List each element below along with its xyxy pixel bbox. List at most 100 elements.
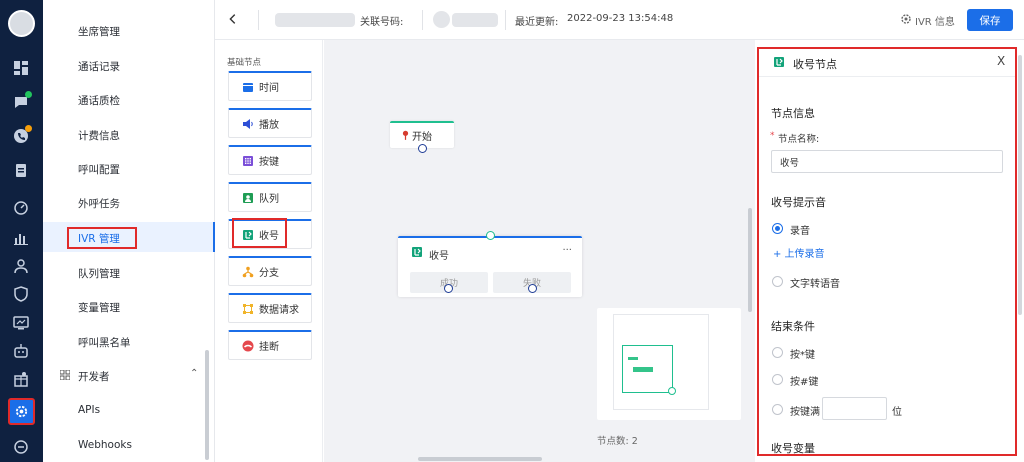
required-mark: * xyxy=(770,131,775,141)
chevron-up-icon[interactable]: ⌃ xyxy=(190,368,198,379)
icon-rail xyxy=(0,0,43,462)
redacted-avatar xyxy=(433,11,450,28)
analytics-icon[interactable] xyxy=(11,198,31,218)
help-chat-icon[interactable] xyxy=(11,437,31,457)
radio-tts-label: 文字转语音 xyxy=(790,279,840,290)
radio-key-count[interactable] xyxy=(772,404,783,415)
minimap[interactable] xyxy=(597,308,741,420)
palette-node-label: 数据请求 xyxy=(259,305,299,316)
menu-item-queue-management[interactable]: 队列管理 xyxy=(78,266,120,281)
last-update-label: 最近更新: xyxy=(515,17,559,28)
save-button[interactable]: 保存 xyxy=(967,9,1013,31)
side-menu: 坐席管理 通话记录 通话质检 计费信息 呼叫配置 外呼任务 IVR 管理 队列管… xyxy=(43,0,215,462)
grid-icon xyxy=(59,369,71,381)
menu-item-call-config[interactable]: 呼叫配置 xyxy=(78,162,120,177)
panel-header: 收号节点 X xyxy=(759,49,1015,77)
node-count: 节点数: 2 xyxy=(597,436,638,447)
ivr-highlight-box xyxy=(67,227,137,249)
palette-node-time[interactable]: 时间 xyxy=(228,71,312,101)
user-icon[interactable] xyxy=(11,256,31,276)
radio-hash-key[interactable] xyxy=(772,374,783,385)
radio-recording[interactable] xyxy=(772,223,783,234)
clipboard-icon[interactable] xyxy=(11,160,31,180)
shield-icon[interactable] xyxy=(11,284,31,304)
chat-icon[interactable] xyxy=(11,91,32,112)
data-request-icon xyxy=(241,302,254,315)
robot-icon[interactable] xyxy=(11,341,31,361)
minimap-resize-handle[interactable] xyxy=(668,387,676,395)
collect-digits-icon xyxy=(411,246,423,258)
menu-item-call-quality[interactable]: 通话质检 xyxy=(78,93,120,108)
phone-icon[interactable] xyxy=(11,125,32,146)
keypad-icon xyxy=(241,154,254,167)
node-palette: 基础节点 xyxy=(217,40,323,462)
menu-scrollbar[interactable] xyxy=(205,350,209,460)
menu-item-variable-management[interactable]: 变量管理 xyxy=(78,300,120,315)
palette-node-play[interactable]: 播放 xyxy=(228,108,312,138)
digits-unit: 位 xyxy=(892,407,902,418)
palette-node-hangup[interactable]: 挂断 xyxy=(228,330,312,360)
radio-key-count-label: 按键满 xyxy=(790,407,820,418)
node-name-input[interactable] xyxy=(771,150,1003,173)
collect-highlight-box xyxy=(232,218,287,248)
last-update-value: 2022-09-23 13:54:48 xyxy=(567,13,674,24)
queue-icon xyxy=(241,191,254,204)
palette-node-label: 挂断 xyxy=(259,342,279,353)
menu-item-apis[interactable]: APIs xyxy=(78,404,100,416)
back-icon[interactable] xyxy=(226,12,242,28)
page-vertical-scrollbar[interactable] xyxy=(1018,55,1022,315)
palette-node-branch[interactable]: 分支 xyxy=(228,256,312,286)
panel-title: 收号节点 xyxy=(793,58,837,71)
radio-recording-label: 录音 xyxy=(790,226,810,237)
menu-item-webhooks[interactable]: Webhooks xyxy=(78,439,132,451)
hangup-icon xyxy=(241,339,254,352)
start-node-output-port[interactable] xyxy=(418,144,427,153)
header-divider xyxy=(258,10,259,30)
palette-node-queue[interactable]: 队列 xyxy=(228,182,312,212)
radio-star-key[interactable] xyxy=(772,347,783,358)
menu-item-outbound-tasks[interactable]: 外呼任务 xyxy=(78,196,120,211)
node-properties-panel: 收号节点 X 节点信息 * 节点名称: 收号提示音 录音 + 上传录音 文字转语… xyxy=(757,47,1017,456)
radio-hash-key-label: 按#键 xyxy=(790,377,819,388)
collect-digits-icon xyxy=(773,56,785,68)
package-icon[interactable] xyxy=(11,369,31,389)
collect-node-input-port[interactable] xyxy=(486,231,495,240)
menu-item-billing[interactable]: 计费信息 xyxy=(78,128,120,143)
settings-icon[interactable] xyxy=(8,398,35,425)
menu-item-blacklist[interactable]: 呼叫黑名单 xyxy=(78,335,131,350)
monitor-icon[interactable] xyxy=(11,313,31,333)
dashboard-icon[interactable] xyxy=(11,58,31,78)
radio-star-key-label: 按*键 xyxy=(790,350,815,361)
section-prompt-tone: 收号提示音 xyxy=(771,196,826,209)
palette-node-label: 分支 xyxy=(259,268,279,279)
chat-badge xyxy=(25,91,32,98)
menu-item-seat-management[interactable]: 坐席管理 xyxy=(78,24,120,39)
menu-group-developer[interactable]: 开发者 xyxy=(78,369,110,384)
collect-digits-node[interactable]: 收号 ··· 成功 失败 xyxy=(398,236,582,297)
avatar[interactable] xyxy=(8,10,35,37)
gear-icon[interactable] xyxy=(900,13,912,25)
digit-count-input[interactable] xyxy=(822,397,887,420)
related-number-label: 关联号码: xyxy=(360,17,404,28)
header-divider xyxy=(505,10,506,30)
close-icon[interactable]: X xyxy=(997,54,1005,68)
fail-output-port[interactable] xyxy=(528,284,537,293)
start-node-label: 开始 xyxy=(412,132,432,143)
canvas-vertical-scrollbar[interactable] xyxy=(748,208,752,312)
more-options-icon[interactable]: ··· xyxy=(562,245,572,256)
palette-node-label: 队列 xyxy=(259,194,279,205)
palette-node-label: 播放 xyxy=(259,120,279,131)
menu-item-call-records[interactable]: 通话记录 xyxy=(78,59,120,74)
palette-node-keypad[interactable]: 按键 xyxy=(228,145,312,175)
section-collect-variable: 收号变量 xyxy=(771,442,815,455)
canvas-horizontal-scrollbar[interactable] xyxy=(418,457,542,461)
palette-node-data-request[interactable]: 数据请求 xyxy=(228,293,312,323)
upload-recording-link[interactable]: + 上传录音 xyxy=(773,245,825,260)
ivr-info-link[interactable]: IVR 信息 xyxy=(915,13,955,28)
success-output-port[interactable] xyxy=(444,284,453,293)
section-node-info: 节点信息 xyxy=(771,107,815,120)
palette-node-label: 按键 xyxy=(259,157,279,168)
ivr-name-redacted xyxy=(275,13,355,27)
radio-text-to-speech[interactable] xyxy=(772,276,783,287)
bar-chart-icon[interactable] xyxy=(11,228,31,248)
